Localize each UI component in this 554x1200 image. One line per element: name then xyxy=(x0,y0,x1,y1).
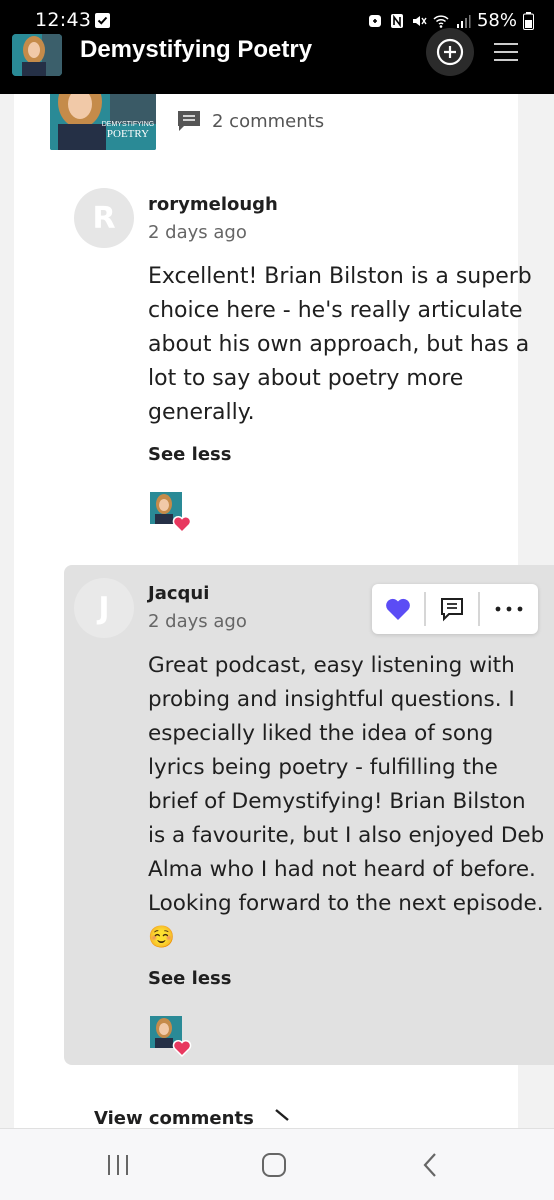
status-time: 12:43 xyxy=(35,9,92,31)
signal-icon xyxy=(456,14,471,28)
comment-author[interactable]: rorymelough xyxy=(148,194,278,215)
heart-icon xyxy=(386,598,410,620)
battery-icon xyxy=(523,11,534,30)
comment-time: 2 days ago xyxy=(148,611,247,632)
reply-button[interactable] xyxy=(426,584,478,634)
comment-action-bar xyxy=(372,584,538,634)
comment-time: 2 days ago xyxy=(148,222,247,243)
back-icon[interactable] xyxy=(414,1151,446,1179)
system-navigation-bar xyxy=(0,1128,554,1200)
comment-body: Great podcast, easy listening with probi… xyxy=(148,653,545,950)
comments-count[interactable]: 2 comments xyxy=(176,108,324,134)
svg-text:DEMYSTIFYING: DEMYSTIFYING xyxy=(102,121,155,128)
plus-circle-icon[interactable] xyxy=(426,28,474,76)
demystifying-poetry-logo[interactable] xyxy=(12,34,62,76)
see-less-button[interactable]: See less xyxy=(148,968,231,989)
more-dots-icon xyxy=(495,606,523,612)
mute-icon xyxy=(412,15,427,26)
comment-icon xyxy=(178,111,200,131)
reaction-avatar[interactable] xyxy=(150,1016,192,1058)
chevron-right-icon[interactable] xyxy=(270,1108,294,1128)
home-icon[interactable] xyxy=(258,1151,290,1179)
post-thumbnail[interactable]: DEMYSTIFYING POETRY xyxy=(50,94,156,150)
heart-icon xyxy=(172,516,192,534)
more-options-button[interactable] xyxy=(480,584,538,634)
app-title: Demystifying Poetry xyxy=(80,36,313,63)
heart-icon xyxy=(172,1040,192,1058)
reply-comment-icon xyxy=(441,598,463,622)
reaction-avatar[interactable] xyxy=(150,492,192,534)
status-bar: 12:43 58% xyxy=(0,0,554,40)
hamburger-menu-icon[interactable] xyxy=(490,38,522,66)
nfc-icon xyxy=(390,13,403,28)
see-less-button[interactable]: See less xyxy=(148,444,231,465)
like-button[interactable] xyxy=(372,584,424,634)
avatar[interactable]: R xyxy=(74,188,134,248)
svg-text:POETRY: POETRY xyxy=(107,128,149,140)
recents-icon[interactable] xyxy=(102,1151,134,1179)
battery-saver-icon xyxy=(368,14,381,27)
comments-page: DEMYSTIFYING POETRY 2 comments R rorymel… xyxy=(0,94,554,1128)
avatar[interactable]: J xyxy=(74,578,134,638)
comment-author[interactable]: Jacqui xyxy=(148,583,209,604)
view-comments-link[interactable]: View comments xyxy=(94,1108,254,1128)
checkbox-icon xyxy=(95,13,110,28)
battery-percent: 58% xyxy=(476,10,517,31)
comments-count-label: 2 comments xyxy=(212,110,325,132)
comment-body: Excellent! Brian Bilston is a superb cho… xyxy=(148,264,532,425)
wifi-icon xyxy=(433,14,449,28)
